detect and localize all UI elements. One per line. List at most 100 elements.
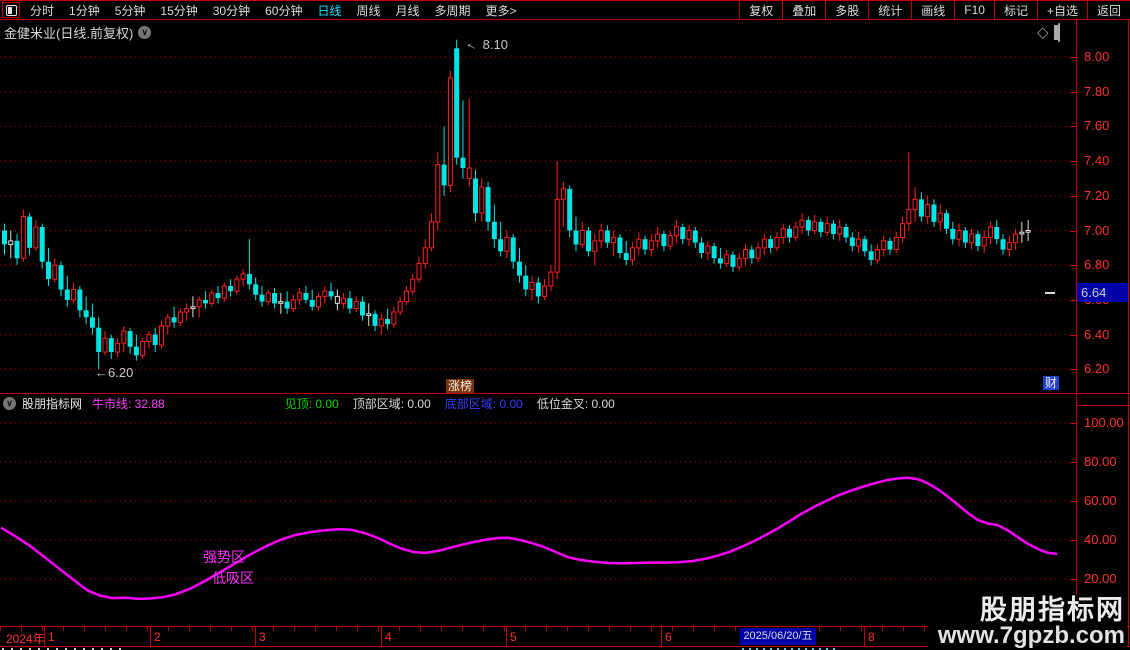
indicator-source: 股朋指标网 [22,397,83,411]
menu-画线[interactable]: 画线 [911,1,954,19]
indicator-readout-见顶: 见顶: 0.00 [284,397,339,411]
indicator-axis-label: 20.00 [1084,571,1117,586]
menu-+自选[interactable]: +自选 [1036,1,1087,19]
period-tab-多周期[interactable]: 多周期 [435,2,471,19]
indicator-header: ∨ 股朋指标网 牛市线: 32.88 见顶: 0.00 顶部区域: 0.00 底部区域… [0,395,1070,412]
right-edge-line [1128,20,1129,647]
indicator-chevron-down-icon[interactable]: ∨ [3,397,16,410]
panel-separator [0,393,1130,394]
price-axis-label: 6.80 [1084,257,1110,273]
month-separator [44,627,45,646]
window-glyph-icon [1058,23,1060,42]
price-axis-tick [1070,91,1076,93]
price-axis-label: 8.00 [1084,49,1110,64]
split-window-icon [5,4,17,16]
panel-toggle-button[interactable] [2,2,20,18]
month-separator [150,627,151,646]
menu-复权[interactable]: 复权 [739,1,782,19]
watermark: 股朋指标网 www.7gpzb.com [927,595,1127,649]
title-chevron-down-icon[interactable]: ∨ [138,26,152,39]
period-tab-月线[interactable]: 月线 [396,2,420,19]
year-label: 2024年 [6,632,45,646]
price-axis-label: 6.20 [1084,361,1110,377]
chart-title-bar[interactable]: 金健米业(日线.前复权) ∨ [4,23,152,42]
menu-叠加[interactable]: 叠加 [782,1,825,19]
indicator-axis-label: 40.00 [1084,532,1117,547]
main-candlestick-chart[interactable] [0,20,1076,393]
low-annotation: ←6.20 [95,365,134,380]
period-tab-更多>[interactable]: 更多> [486,2,517,19]
axis-window-icon[interactable] [1058,23,1060,42]
month-separator [381,627,382,646]
watermark-url: www.7gpzb.com [937,622,1125,649]
indicator-readout-低位金叉: 低位金叉: 0.00 [536,397,615,411]
top-toolbar: 分时 1分钟 5分钟 15分钟 30分钟 60分钟 日线 周线 月线 多周期 更多> 复权 叠加 多股统… [0,0,1130,20]
menu-多股[interactable]: 多股 [825,1,868,19]
price-axis-tick [1070,230,1076,232]
diamond-icon[interactable]: ◇ [1037,23,1049,41]
indicator-readout-底部区域: 底部区域: 0.00 [444,397,523,411]
period-tab-日线[interactable]: 日线 [317,2,341,19]
month-label-4: 4 [385,630,392,644]
price-axis-label: 7.00 [1084,222,1110,238]
price-axis-tick [1070,57,1076,58]
menu-返回[interactable]: 返回 [1086,1,1130,19]
menu-标记[interactable]: 标记 [993,1,1037,19]
indicator-chart[interactable] [0,413,1076,625]
month-separator [661,627,662,646]
price-axis-tick [1070,369,1076,371]
price-axis-label: 7.60 [1084,118,1110,134]
finance-tag[interactable]: 财 [1043,376,1060,390]
rank-tag[interactable]: 涨榜 [446,379,475,393]
indicator-axis-label: 100.00 [1084,415,1124,430]
annotation-arrow-icon: ← [95,365,108,380]
price-axis-tick [1070,334,1076,336]
cursor-date-readout: 2025/06/20/五 [740,628,816,645]
high-annotation: ← 8.10 [463,34,508,55]
period-tabs: 分时 1分钟 5分钟 15分钟 30分钟 60分钟 日线 周线 月线 多周期 更多> [30,2,517,19]
indicator-axis-tick [1070,579,1076,580]
action-menu: 复权 叠加 多股 统计 画线 F10 标记 +自选 返回 [739,1,1130,19]
period-tab-60分钟[interactable]: 60分钟 [265,2,302,19]
period-tab-15分钟[interactable]: 15分钟 [160,2,197,19]
indicator-axis-tick [1070,540,1076,541]
month-label-1: 1 [48,630,55,644]
cursor-price-readout: 6.64 [1077,283,1128,302]
zone-strong-label: 强势区 [203,549,245,565]
week-ticks [0,627,1076,631]
indicator-axis-label: 60.00 [1084,493,1117,508]
cursor-price-marker [1045,292,1055,294]
indicator-readout-牛市线: 牛市线: 32.88 [92,397,165,411]
price-axis-label: 6.40 [1084,326,1110,342]
indicator-readouts: 牛市线: 32.88 见顶: 0.00 顶部区域: 0.00 底部区域: 0.00 低位… [82,395,615,412]
price-axis-tick [1070,299,1076,301]
price-axis-tick [1070,161,1076,163]
price-axis-tick [1070,195,1076,197]
price-axis-label: 7.20 [1084,187,1110,203]
zone-dip-label: 低吸区 [212,570,254,586]
month-label-5: 5 [510,630,517,644]
watermark-site-name: 股朋指标网 [980,595,1125,625]
stock-title: 金健米业(日线.前复权) [4,26,134,41]
month-separator [255,627,256,646]
annotation-arrow-icon: ← [463,34,482,55]
month-label-6: 6 [665,630,672,644]
period-tab-周线[interactable]: 周线 [356,2,380,19]
month-separator [864,627,865,646]
period-tab-1分钟[interactable]: 1分钟 [69,2,100,19]
period-tab-分时[interactable]: 分时 [30,2,54,19]
indicator-axis-tick [1070,423,1076,424]
month-separator [506,627,507,646]
trading-app-screen: 分时 1分钟 5分钟 15分钟 30分钟 60分钟 日线 周线 月线 多周期 更多> 复权 叠加 多股统… [0,0,1130,650]
indicator-axis-tick [1070,501,1076,502]
indicator-readout-顶部区域: 顶部区域: 0.00 [352,397,431,411]
period-tab-30分钟[interactable]: 30分钟 [213,2,250,19]
period-tab-5分钟[interactable]: 5分钟 [115,2,146,19]
menu-F10[interactable]: F10 [954,1,994,19]
menu-统计[interactable]: 统计 [868,1,911,19]
indicator-axis-tick [1070,462,1076,463]
price-axis-tick [1070,265,1076,267]
price-axis-label: 7.80 [1084,83,1110,99]
price-axis-label: 7.40 [1084,153,1110,169]
month-label-3: 3 [259,630,266,644]
